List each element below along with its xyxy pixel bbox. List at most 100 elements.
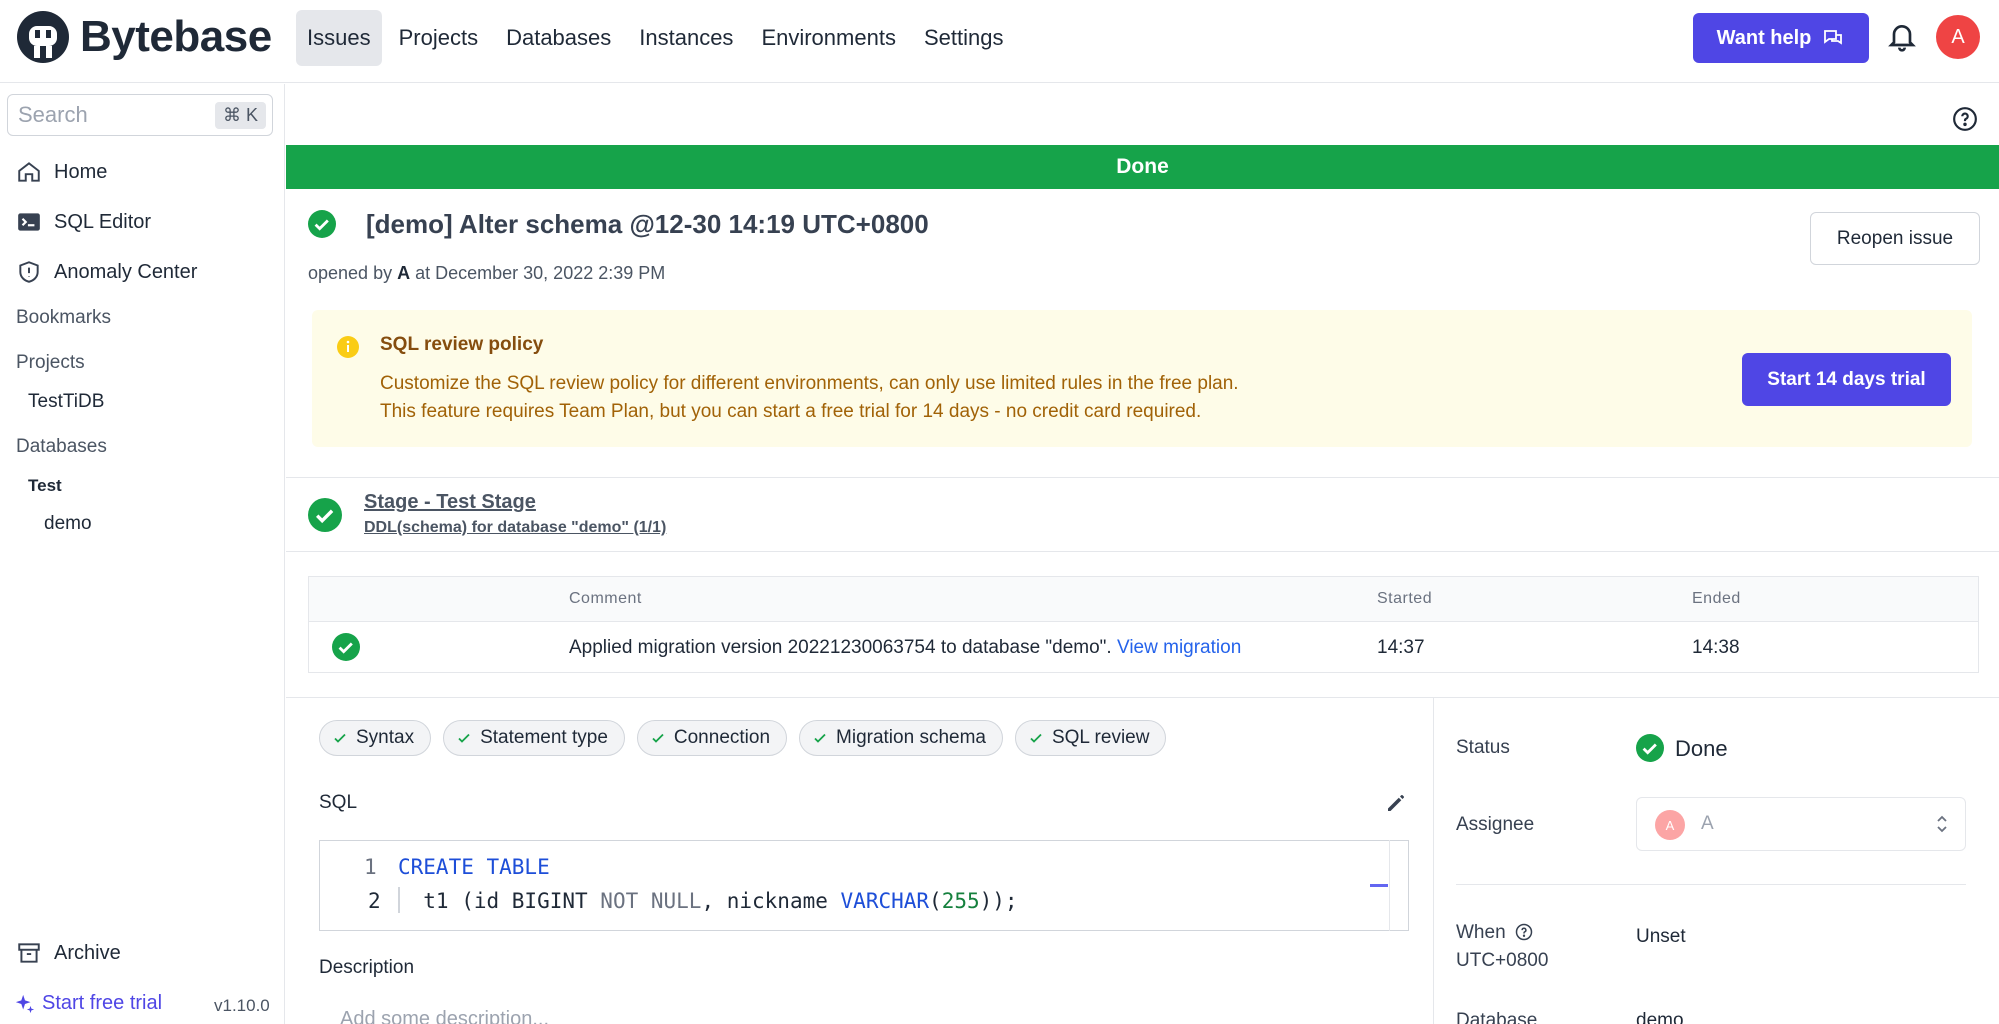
code-token: )); bbox=[979, 889, 1018, 913]
sidebar-item-label: Anomaly Center bbox=[54, 260, 198, 283]
check-icon bbox=[458, 733, 470, 743]
sidebar: Search ⌘ K Home SQL Editor Anomaly Cente… bbox=[0, 84, 285, 1024]
sparkle-icon bbox=[15, 994, 35, 1013]
when-value[interactable]: Unset bbox=[1636, 926, 1686, 948]
check-chip-migration-schema[interactable]: Migration schema bbox=[799, 720, 1003, 756]
status-label: Status bbox=[1456, 737, 1510, 758]
bell-icon[interactable] bbox=[1886, 20, 1918, 54]
editor-scrollbar-track[interactable] bbox=[1389, 840, 1390, 931]
version-label: v1.10.0 bbox=[214, 996, 270, 1015]
code-line: t1 (id BIGINT NOT NULL, nickname VARCHAR… bbox=[398, 889, 1018, 913]
shield-icon bbox=[19, 261, 39, 283]
nav-databases[interactable]: Databases bbox=[495, 10, 622, 66]
run-success-icon bbox=[332, 633, 360, 661]
nav-environments[interactable]: Environments bbox=[750, 10, 907, 66]
col-comment: Comment bbox=[569, 590, 642, 607]
sidebar-projects-header[interactable]: Projects bbox=[16, 352, 85, 374]
check-circle-icon bbox=[308, 210, 336, 238]
panel-separator bbox=[1433, 697, 1434, 1024]
opened-prefix: opened by bbox=[308, 263, 393, 283]
table-header: Comment Started Ended bbox=[309, 577, 1978, 622]
brand-name: Bytebase bbox=[80, 12, 272, 61]
code-token: NOT NULL bbox=[600, 889, 702, 913]
view-migration-link[interactable]: View migration bbox=[1117, 637, 1241, 658]
bytebase-logo-icon bbox=[17, 11, 69, 63]
check-chip-label: Migration schema bbox=[836, 727, 986, 748]
code-token: ( bbox=[929, 889, 942, 913]
code-token: , nickname bbox=[701, 889, 841, 913]
pencil-icon[interactable] bbox=[1384, 791, 1408, 815]
chevron-updown-icon bbox=[1937, 815, 1947, 833]
search-placeholder: Search bbox=[18, 102, 88, 127]
start-free-trial-link[interactable]: Start free trial bbox=[14, 992, 162, 1015]
search-input[interactable]: Search ⌘ K bbox=[7, 94, 273, 136]
check-chip-sql-review[interactable]: SQL review bbox=[1014, 720, 1167, 756]
stage-title-link[interactable]: Stage - Test Stage bbox=[364, 491, 536, 514]
chat-icon bbox=[1824, 30, 1843, 45]
check-chip-label: Statement type bbox=[480, 727, 608, 748]
database-value[interactable]: demo bbox=[1636, 1010, 1684, 1024]
assignee-name: A bbox=[1701, 813, 1714, 834]
sidebar-item-home[interactable]: Home bbox=[16, 159, 107, 185]
sidebar-item-archive[interactable]: Archive bbox=[16, 940, 121, 966]
sidebar-item-sql-editor[interactable]: SQL Editor bbox=[16, 209, 151, 235]
start-free-trial-label: Start free trial bbox=[42, 992, 163, 1014]
divider bbox=[286, 477, 1999, 478]
sidebar-item-label: Archive bbox=[54, 941, 121, 964]
check-icon bbox=[652, 733, 664, 743]
check-chips: Syntax Statement type Connection Migrati… bbox=[319, 720, 1167, 756]
code-token: t1 (id BIGINT bbox=[398, 889, 601, 913]
assignee-select[interactable]: A A bbox=[1636, 797, 1966, 851]
task-run-table: Comment Started Ended Applied migration … bbox=[308, 576, 1979, 673]
archive-icon bbox=[18, 943, 40, 963]
line-number: 2 bbox=[368, 889, 381, 913]
code-token: 255 bbox=[941, 889, 980, 913]
database-label: Database bbox=[1456, 1010, 1538, 1024]
sidebar-databases-header[interactable]: Databases bbox=[16, 436, 107, 458]
when-timezone: UTC+0800 bbox=[1456, 950, 1549, 971]
code-token: VARCHAR bbox=[840, 889, 930, 913]
sidebar-item-environment[interactable]: Test bbox=[28, 476, 62, 496]
description-input[interactable]: Add some description... bbox=[340, 1008, 549, 1024]
sql-review-policy-alert: SQL review policy Customize the SQL revi… bbox=[312, 310, 1972, 447]
nav-settings[interactable]: Settings bbox=[913, 10, 1015, 66]
nav-issues[interactable]: Issues bbox=[296, 10, 382, 66]
sql-editor[interactable]: 1 CREATE TABLE 2 t1 (id BIGINT NOT NULL,… bbox=[319, 840, 1409, 931]
check-chip-statement-type[interactable]: Statement type bbox=[443, 720, 625, 756]
policy-text-line-1: Customize the SQL review policy for diff… bbox=[380, 373, 1239, 394]
assignee-avatar: A bbox=[1655, 810, 1685, 840]
nav-projects[interactable]: Projects bbox=[388, 10, 489, 66]
search-shortcut: ⌘ K bbox=[214, 102, 266, 129]
stage-task-link[interactable]: DDL(schema) for database "demo" (1/1) bbox=[364, 519, 666, 537]
help-icon[interactable] bbox=[1952, 106, 1978, 132]
start-trial-button[interactable]: Start 14 days trial bbox=[1742, 353, 1951, 406]
sidebar-item-project[interactable]: TestTiDB bbox=[28, 391, 104, 413]
run-ended: 14:38 bbox=[1692, 637, 1740, 658]
nav-instances[interactable]: Instances bbox=[628, 10, 744, 66]
issue-title[interactable]: [demo] Alter schema @12-30 14:19 UTC+080… bbox=[366, 209, 929, 240]
want-help-button[interactable]: Want help bbox=[1693, 13, 1869, 63]
code-token: CREATE TABLE bbox=[398, 855, 550, 879]
check-icon bbox=[1030, 733, 1042, 743]
question-icon[interactable] bbox=[1515, 923, 1533, 941]
reopen-issue-button[interactable]: Reopen issue bbox=[1810, 212, 1980, 265]
logo[interactable]: Bytebase bbox=[16, 10, 272, 64]
info-icon bbox=[337, 336, 359, 358]
when-label-text: When bbox=[1456, 922, 1506, 943]
check-chip-label: Syntax bbox=[356, 727, 415, 748]
divider bbox=[286, 551, 1999, 552]
main-nav: Issues Projects Databases Instances Envi… bbox=[296, 10, 1014, 66]
want-help-label: Want help bbox=[1716, 26, 1812, 49]
sidebar-item-anomaly-center[interactable]: Anomaly Center bbox=[16, 259, 197, 285]
check-chip-syntax[interactable]: Syntax bbox=[319, 720, 432, 756]
issue-opened-info: opened by A at December 30, 2022 2:39 PM bbox=[308, 263, 665, 284]
sidebar-item-label: SQL Editor bbox=[54, 210, 152, 233]
divider bbox=[1456, 884, 1966, 885]
check-chip-connection[interactable]: Connection bbox=[636, 720, 788, 756]
sidebar-bookmarks-header[interactable]: Bookmarks bbox=[16, 307, 111, 329]
sidebar-item-database[interactable]: demo bbox=[44, 513, 92, 535]
opened-suffix: at December 30, 2022 2:39 PM bbox=[415, 263, 666, 283]
check-icon bbox=[334, 733, 346, 743]
stage-check-icon bbox=[308, 498, 342, 532]
user-avatar[interactable]: A bbox=[1936, 15, 1980, 59]
